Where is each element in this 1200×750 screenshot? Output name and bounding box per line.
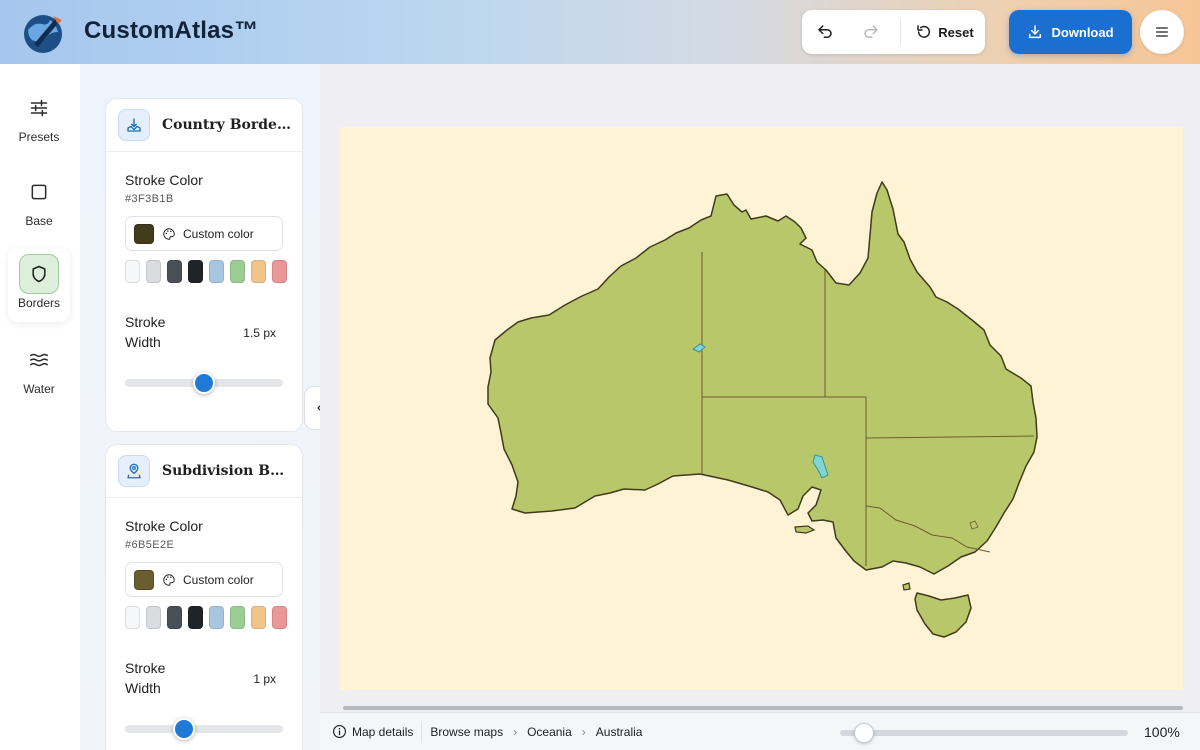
card-title: Country Borders — [162, 117, 292, 133]
divider — [900, 19, 901, 45]
reset-icon — [917, 25, 931, 38]
country-borders-icon — [118, 109, 150, 141]
chevron-right-icon: › — [581, 724, 586, 739]
reset-label: Reset — [938, 24, 974, 40]
mainland-shape — [487, 181, 1038, 575]
redo-icon — [864, 25, 878, 38]
zoom-level: 100% — [1144, 724, 1180, 740]
kangaroo-island-shape — [794, 525, 816, 534]
custom-color-button[interactable]: Custom color — [125, 562, 283, 597]
stroke-width-label: Stroke Width — [125, 314, 166, 350]
australia-map — [487, 181, 1038, 638]
sliders-icon — [19, 88, 59, 128]
swatch-dark-gray[interactable] — [167, 260, 182, 283]
rail-item-presets[interactable]: Presets — [8, 88, 70, 154]
palette-icon — [163, 227, 175, 240]
swatch-white[interactable] — [125, 606, 140, 629]
swatch-green[interactable] — [230, 606, 245, 629]
app-title: CustomAtlas™ — [84, 17, 259, 44]
map-details-label: Map details — [352, 724, 414, 739]
undo-icon — [818, 25, 832, 38]
undo-button[interactable] — [802, 10, 848, 54]
swatch-row — [125, 260, 287, 283]
rail-label-borders: Borders — [17, 296, 61, 310]
breadcrumb-browse-maps[interactable]: Browse maps — [430, 725, 503, 739]
slider-thumb[interactable] — [193, 372, 215, 394]
swatch-dark-gray[interactable] — [167, 606, 182, 629]
stroke-color-hex: #3F3B1B — [125, 193, 174, 205]
horizontal-scrollbar[interactable] — [343, 706, 1183, 710]
stroke-width-value: 1.5 px — [243, 326, 276, 340]
hamburger-icon — [1156, 27, 1168, 37]
palette-icon — [163, 573, 175, 586]
chevron-right-icon: › — [513, 724, 518, 739]
left-rail: Presets Base Borders Water — [0, 64, 80, 750]
stroke-width-label: Stroke Width — [125, 660, 166, 696]
footer-bar: Map details Browse maps › Oceania › Aust… — [320, 712, 1200, 750]
download-button[interactable]: Download — [1009, 10, 1132, 54]
tasmania-shape — [914, 592, 972, 638]
rail-label-presets: Presets — [18, 130, 60, 144]
card-header: Country Borders — [106, 99, 302, 152]
reset-button[interactable]: Reset — [908, 10, 982, 54]
download-icon — [1029, 25, 1042, 39]
swatch-black[interactable] — [188, 606, 203, 629]
breadcrumb-oceania[interactable]: Oceania — [527, 725, 572, 739]
map-details-button[interactable]: Map details — [332, 724, 413, 739]
history-group: Reset — [802, 10, 985, 54]
swatch-row — [125, 606, 287, 629]
custom-color-label: Custom color — [183, 572, 254, 587]
divider — [421, 720, 423, 743]
card-title: Subdivision Borders — [162, 463, 292, 479]
card-header: Subdivision Borders — [106, 445, 302, 498]
zoom-slider[interactable] — [840, 723, 1128, 743]
swatch-red[interactable] — [272, 606, 287, 629]
rail-label-water: Water — [23, 382, 55, 396]
rail-item-borders[interactable]: Borders — [8, 248, 70, 322]
stroke-color-label: Stroke Color — [125, 518, 203, 534]
current-color-swatch — [134, 569, 154, 590]
country-borders-card: Country Borders Stroke Color #3F3B1B Cus… — [105, 98, 303, 432]
swatch-orange[interactable] — [251, 606, 266, 629]
swatch-light-gray[interactable] — [146, 606, 161, 629]
swatch-light-gray[interactable] — [146, 260, 161, 283]
rail-label-base: Base — [25, 214, 53, 228]
square-icon — [19, 172, 59, 212]
stroke-width-slider[interactable] — [125, 718, 283, 740]
map-canvas[interactable] — [339, 127, 1183, 690]
stroke-color-hex: #6B5E2E — [125, 539, 175, 551]
zoom-slider-thumb[interactable] — [854, 723, 874, 743]
swatch-orange[interactable] — [251, 260, 266, 283]
stroke-width-slider[interactable] — [125, 372, 283, 394]
current-color-swatch — [134, 223, 154, 244]
rail-item-water[interactable]: Water — [8, 340, 70, 406]
swatch-blue[interactable] — [209, 260, 224, 283]
waves-icon — [19, 340, 59, 380]
download-label: Download — [1051, 24, 1114, 40]
stroke-color-label: Stroke Color — [125, 172, 203, 188]
rail-item-base[interactable]: Base — [8, 172, 70, 238]
settings-panel: Country Borders Stroke Color #3F3B1B Cus… — [80, 64, 320, 750]
info-icon — [333, 725, 346, 738]
breadcrumb-australia: Australia — [595, 724, 643, 739]
swatch-green[interactable] — [230, 260, 245, 283]
stroke-width-value: 1 px — [253, 672, 276, 686]
slider-thumb[interactable] — [172, 718, 195, 740]
logo-icon — [20, 10, 66, 56]
menu-button[interactable] — [1140, 10, 1184, 54]
swatch-red[interactable] — [272, 260, 287, 283]
custom-color-label: Custom color — [183, 226, 254, 241]
custom-color-button[interactable]: Custom color — [125, 216, 283, 251]
swatch-black[interactable] — [188, 260, 203, 283]
island-shape — [902, 582, 911, 591]
app-header: CustomAtlas™ Reset Download — [0, 0, 1200, 64]
location-pin-icon — [118, 455, 150, 487]
subdivision-borders-card: Subdivision Borders Stroke Color #6B5E2E… — [105, 444, 303, 750]
breadcrumb: Browse maps › Oceania › Australia — [430, 725, 642, 739]
swatch-blue[interactable] — [209, 606, 224, 629]
redo-button[interactable] — [848, 10, 894, 54]
shield-icon — [19, 254, 59, 294]
swatch-white[interactable] — [125, 260, 140, 283]
